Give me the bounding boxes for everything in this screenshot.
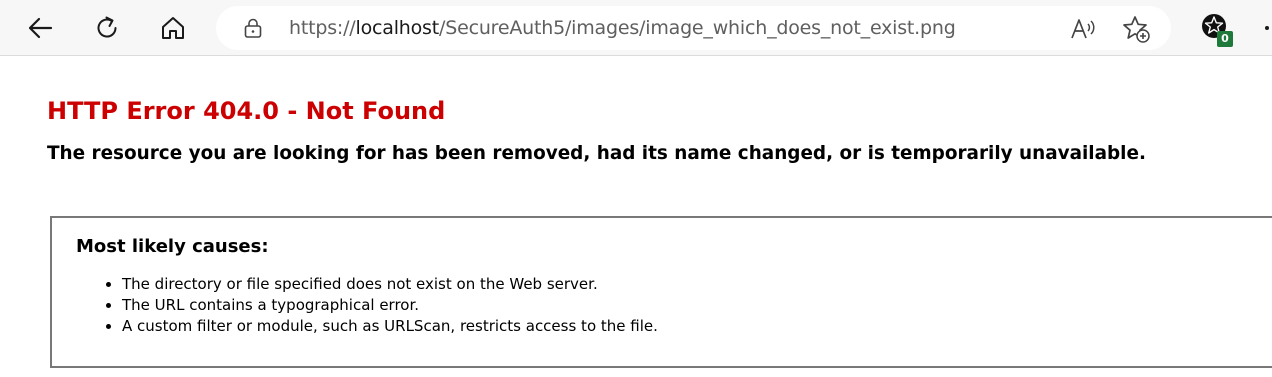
back-arrow-icon	[28, 17, 53, 39]
home-button[interactable]	[153, 8, 193, 48]
add-favorite-icon[interactable]	[1121, 14, 1151, 44]
causes-list: The directory or file specified does not…	[102, 274, 658, 337]
refresh-button[interactable]	[87, 8, 127, 48]
url-path: /SecureAuth5/images/image_which_does_not…	[439, 17, 956, 39]
browser-toolbar: https://localhost/SecureAuth5/images/ima…	[0, 0, 1272, 56]
more-icon[interactable]	[1262, 20, 1272, 36]
extension-badge: 0	[1217, 31, 1233, 47]
address-bar[interactable]: https://localhost/SecureAuth5/images/ima…	[216, 6, 1171, 50]
page-content: HTTP Error 404.0 - Not Found The resourc…	[0, 57, 1272, 377]
read-aloud-icon[interactable]	[1069, 15, 1097, 43]
url-scheme: https://	[289, 17, 356, 39]
list-item: The directory or file specified does not…	[122, 274, 658, 295]
home-icon	[162, 17, 184, 39]
causes-box: Most likely causes: The directory or fil…	[50, 216, 1272, 368]
list-item: The URL contains a typographical error.	[122, 295, 658, 316]
list-item: A custom filter or module, such as URLSc…	[122, 316, 658, 337]
url-host: localhost	[355, 17, 440, 39]
refresh-icon	[97, 16, 117, 38]
causes-heading: Most likely causes:	[76, 236, 269, 257]
error-title: HTTP Error 404.0 - Not Found	[47, 97, 446, 125]
back-button[interactable]	[20, 8, 60, 48]
url-text[interactable]: https://localhost/SecureAuth5/images/ima…	[289, 17, 956, 39]
lock-icon[interactable]	[242, 17, 264, 39]
error-subtitle: The resource you are looking for has bee…	[47, 143, 1146, 164]
